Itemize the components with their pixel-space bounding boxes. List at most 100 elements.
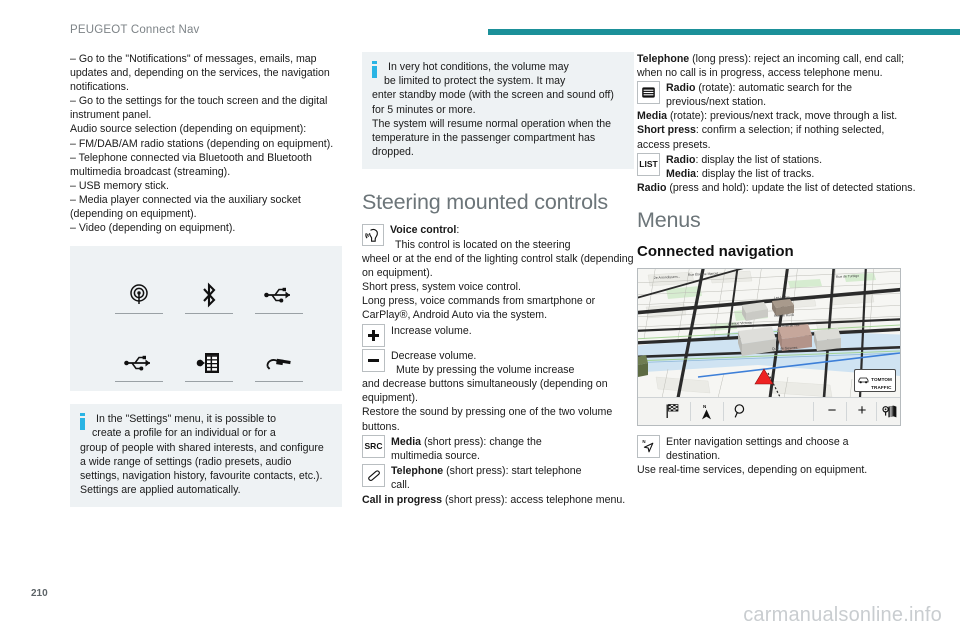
tomtom-traffic-badge: TOMTOM TRAFFIC — [854, 368, 896, 392]
nav-settings-text2: destination. — [666, 450, 721, 463]
volume-up-text: Increase volume. — [391, 325, 472, 338]
info-line-1: In the "Settings" menu, it is possible t… — [96, 413, 277, 426]
short-press-bold: Short press — [637, 124, 696, 137]
volume-up-row: Increase volume. — [362, 324, 634, 348]
c1-para-1: – Go to the "Notifications" of messages,… — [70, 53, 330, 94]
radio-rotate-text: (rotate): automatic search for the — [695, 82, 853, 95]
connected-navigation-screenshot: 2e Arrondissem... Rue Étienne Marcel Rue… — [637, 267, 901, 426]
video-film-icon — [196, 348, 222, 378]
rotary-knob-icon — [637, 81, 660, 105]
voice-control-icon — [362, 224, 384, 247]
c1-para-6: – USB memory stick. — [70, 179, 169, 192]
icon-cell-usb-1 — [244, 268, 314, 315]
nav-settings-row: N Enter navigation settings and choose a… — [637, 434, 917, 463]
volume-down-text: Decrease volume. — [391, 350, 477, 363]
search-magnifier-icon[interactable] — [732, 402, 748, 421]
info-rest-1: enter standby mode (with the screen and … — [372, 89, 614, 116]
settings-info-box: In the "Settings" menu, it is possible t… — [70, 404, 342, 508]
map-options-icon[interactable] — [882, 402, 898, 421]
telephone-bold: Telephone — [391, 464, 444, 477]
tomtom-line2: TRAFFIC — [871, 384, 892, 390]
bluetooth-icon — [200, 280, 218, 310]
nav-settings-text: Enter navigation settings and choose a — [666, 435, 849, 448]
src-key: SRC — [362, 434, 385, 458]
list-key: LIST — [637, 152, 660, 176]
list-row: LIST Radio: display the list of stations… — [637, 152, 917, 181]
voice-control-colon: : — [456, 224, 460, 237]
radio-hold-text: (press and hold): update the list of det… — [666, 181, 916, 194]
rotary-row: Radio (rotate): automatic search for the… — [637, 81, 917, 109]
zoom-out-icon[interactable]: − — [824, 402, 840, 421]
navigation-map: 2e Arrondissem... Rue Étienne Marcel Rue… — [638, 268, 900, 398]
c1-para-3: Audio source selection (depending on equ… — [70, 123, 307, 136]
navigation-compass-icon: N — [637, 434, 660, 458]
page-number: 210 — [31, 588, 48, 599]
list-radio-bold: Radio — [666, 153, 696, 166]
icon-cell-aux — [244, 336, 314, 383]
icon-cell-video — [174, 336, 244, 383]
icon-underline — [255, 381, 303, 383]
icon-underline — [185, 313, 233, 315]
mute-line: Mute by pressing the volume increase — [396, 364, 575, 377]
svg-text:N: N — [703, 404, 707, 409]
information-icon — [372, 61, 377, 78]
icon-cell-radio — [104, 268, 174, 315]
temperature-info-box: In very hot conditions, the volume may b… — [362, 52, 634, 170]
radio-hold-bold: Radio — [637, 181, 667, 194]
zoom-in-icon[interactable]: + — [854, 402, 870, 421]
restore-sound: Restore the sound by pressing one of the… — [362, 406, 613, 433]
usb-icon-2 — [124, 348, 154, 378]
call-in-progress-bold: Call in progress — [362, 494, 443, 507]
icon-cell-bluetooth — [174, 268, 244, 315]
c1-para-7: – Media player connected via the auxilia… — [70, 193, 301, 221]
src-row: SRC Media (short press): change the mult… — [362, 434, 634, 463]
header-title: PEUGEOT Connect Nav — [70, 24, 200, 36]
media-rotate-text: (rotate): previous/next track, move thro… — [667, 110, 898, 123]
icon-underline — [115, 313, 163, 315]
mute-rest: and decrease buttons simultaneously (dep… — [362, 378, 608, 405]
information-icon — [80, 413, 85, 431]
call-in-progress-text: (short press): access telephone menu. — [442, 494, 626, 507]
list-media-text: : display the list of tracks. — [696, 167, 815, 180]
volume-up-key — [362, 324, 385, 348]
radio-rotate-text2: previous/next station. — [666, 96, 767, 109]
usb-icon — [264, 280, 294, 310]
icon-cell-usb-2 — [104, 336, 174, 383]
north-compass-icon[interactable]: N — [698, 402, 714, 421]
media-rotate-bold: Media — [637, 110, 668, 123]
voice-control-block: Voice control: This control is located o… — [362, 223, 634, 322]
src-text2: multimedia source. — [391, 449, 480, 462]
svg-text:Les Halles: Les Halles — [774, 295, 790, 300]
icon-underline — [185, 381, 233, 383]
info-line-2: be limited to protect the system. It may — [384, 75, 566, 88]
telephone-handset-icon — [362, 463, 385, 487]
watermark: carmanualsonline.info — [743, 604, 942, 626]
checkered-flag-icon[interactable] — [663, 402, 681, 421]
src-text: (short press): change the — [421, 435, 542, 448]
c1-para-4: – FM/DAB/AM radio stations (depending on… — [70, 137, 334, 150]
c1-para-8: – Video (depending on equipment). — [70, 222, 236, 235]
svg-text:N: N — [642, 439, 645, 444]
c1-para-2: – Go to the settings for the touch scree… — [70, 95, 328, 122]
header-rule — [488, 29, 960, 35]
volume-down-row: Decrease volume. Mute by pressing the vo… — [362, 349, 634, 377]
telephone-long-bold: Telephone — [637, 53, 690, 65]
radio-rotate-bold: Radio — [666, 82, 696, 95]
auxiliary-jack-icon — [264, 348, 294, 378]
volume-down-key — [362, 349, 385, 373]
info-rest-2: The system will resume normal operation … — [372, 117, 612, 159]
voice-short-press: Short press, system voice control. — [362, 280, 521, 293]
telephone-row: Telephone (short press): start telephone… — [362, 463, 634, 492]
info-line-1: In very hot conditions, the volume may — [388, 61, 569, 73]
list-media-bold: Media — [666, 167, 697, 180]
realtime-services-text: Use real-time services, depending on equ… — [637, 464, 868, 477]
page-header: PEUGEOT Connect Nav — [0, 0, 960, 46]
info-line-2: create a profile for an individual or fo… — [92, 427, 276, 440]
column-2: In very hot conditions, the volume may b… — [362, 52, 634, 507]
list-radio-text: : display the list of stations. — [695, 153, 823, 166]
steering-controls-heading: Steering mounted controls — [362, 190, 608, 215]
icon-underline — [115, 381, 163, 383]
menus-heading: Menus — [637, 207, 701, 232]
column-3: Telephone (long press): reject an incomi… — [637, 52, 917, 477]
tomtom-line1: TOMTOM — [871, 376, 892, 382]
